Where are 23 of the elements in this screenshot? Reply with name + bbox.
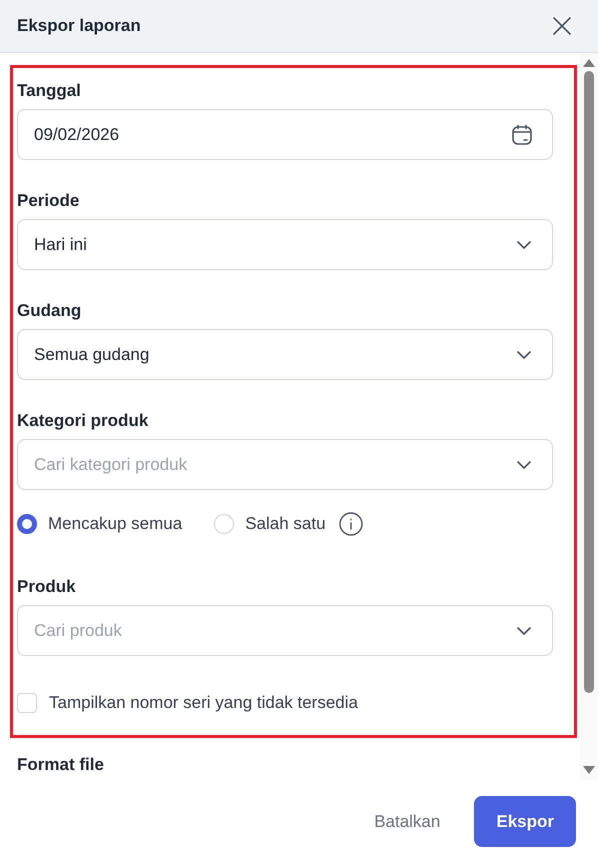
close-icon[interactable] (552, 16, 572, 36)
export-button[interactable]: Ekspor (474, 796, 576, 847)
field-label: Gudang (17, 300, 82, 322)
dialog-title: Ekspor laporan (17, 15, 141, 38)
info-icon[interactable] (338, 512, 363, 536)
scrollbar-thumb[interactable] (584, 71, 594, 693)
radio-label: Salah satu (245, 513, 326, 536)
field-label: Tanggal (17, 80, 82, 102)
checkbox-label: Tampilkan nomor seri yang tidak tersedia (49, 692, 358, 714)
field-label: Periode (17, 190, 80, 212)
scroll-up-icon[interactable] (583, 59, 595, 67)
radio-label: Mencakup semua (48, 513, 182, 536)
field-label: Kategori produk (17, 410, 150, 432)
select-field[interactable]: Semua gudang (17, 329, 553, 380)
section-label: Format file (17, 754, 105, 776)
select-field[interactable]: Hari ini (17, 219, 553, 270)
scroll-down-icon[interactable] (583, 766, 595, 774)
calendar-icon (510, 122, 534, 146)
field-label: Produk (17, 576, 77, 598)
scrollbar[interactable] (580, 53, 598, 780)
date-field[interactable]: 09/02/2026 (17, 109, 553, 160)
radio-button[interactable] (17, 514, 37, 534)
checkbox[interactable] (17, 692, 37, 713)
